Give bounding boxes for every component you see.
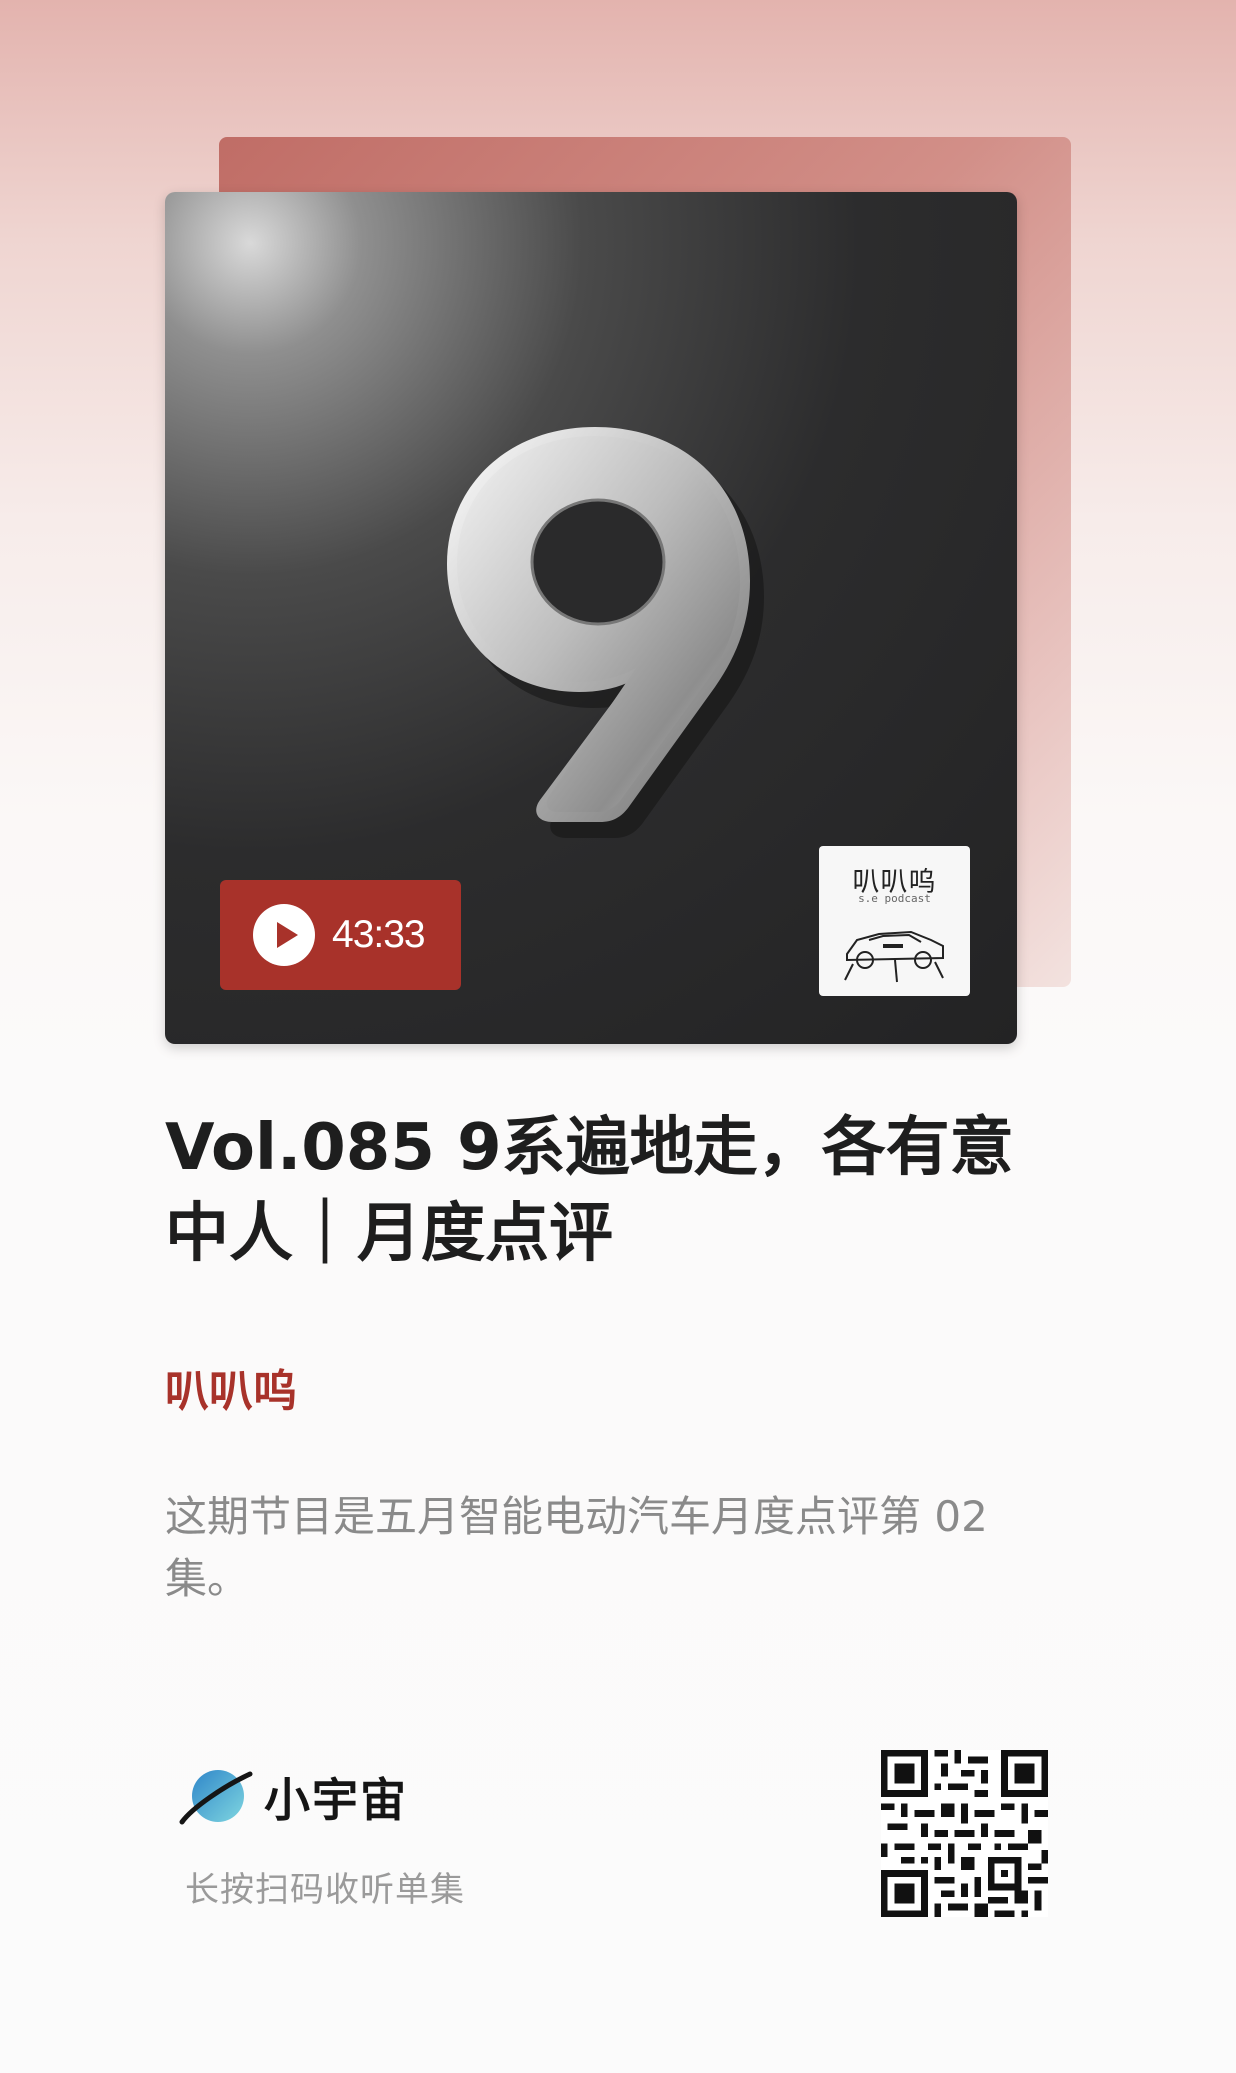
brand-name: 小宇宙 (264, 1773, 408, 1827)
podcast-thumbnail: 叭叭呜 s.e podcast (819, 846, 970, 996)
podcast-name[interactable]: 叭叭呜 (165, 1355, 297, 1419)
play-icon[interactable] (253, 904, 315, 966)
duration-label: 43:33 (332, 913, 426, 956)
episode-description: 这期节目是五月智能电动汽车月度点评第 02 集。 (165, 1492, 988, 1603)
thumbnail-subtitle: s.e podcast (858, 892, 931, 905)
episode-cover: 43:33 叭叭呜 s.e podcast (165, 192, 1017, 1044)
duration-badge[interactable]: 43:33 (220, 880, 461, 990)
episode-title: Vol.085 9系遍地走，各有意中人｜月度点评 (165, 1111, 1014, 1271)
planet-logo-icon (179, 1770, 253, 1825)
app-brand: 小宇宙 (178, 1764, 408, 1830)
scan-hint: 长按扫码收听单集 (185, 1870, 465, 1910)
car-sketch-icon (844, 930, 944, 983)
qr-code[interactable] (881, 1750, 1048, 1917)
